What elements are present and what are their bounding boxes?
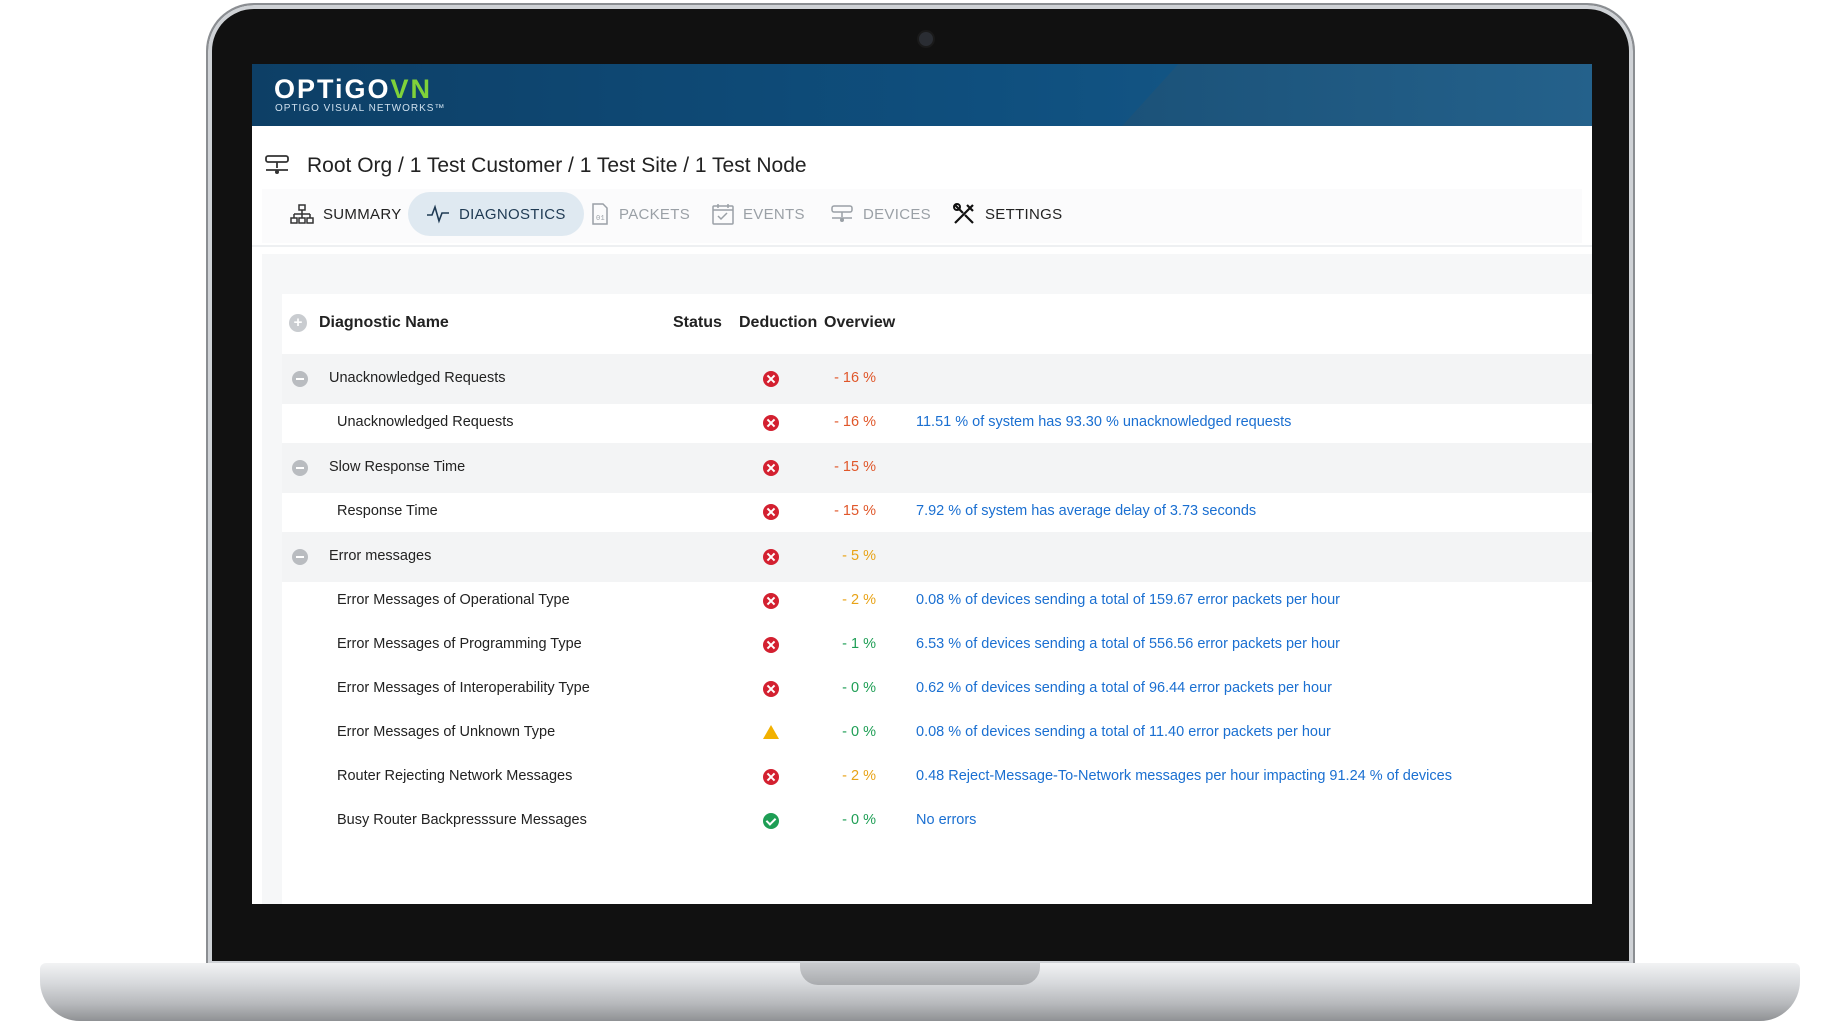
deduction-value: - 0 % xyxy=(842,680,876,696)
deduction-value: - 2 % xyxy=(842,592,876,608)
group-row[interactable]: Unacknowledged Requests - 16 % xyxy=(282,354,1592,404)
header-status[interactable]: Status xyxy=(673,314,722,332)
diagnostic-name: Error Messages of Interoperability Type xyxy=(337,680,590,696)
laptop-notch xyxy=(800,963,1040,985)
deduction-value: - 1 % xyxy=(842,636,876,652)
collapse-icon[interactable] xyxy=(292,371,308,387)
network-tree-icon xyxy=(290,204,314,224)
table-row[interactable]: Router Rejecting Network Messages - 2 % 0.… xyxy=(282,752,1592,802)
diagnostic-name: Busy Router Backpresssure Messages xyxy=(337,812,587,828)
packet-file-icon: 01 xyxy=(592,203,608,225)
diagnostic-name: Error messages xyxy=(329,548,432,564)
tab-label: DEVICES xyxy=(863,205,931,223)
table-row[interactable]: Error Messages of Operational Type - 2 % 0… xyxy=(282,576,1592,626)
deduction-value: - 15 % xyxy=(834,503,876,519)
error-icon xyxy=(763,637,779,653)
table-row[interactable]: Response Time - 15 % 7.92 % of system has … xyxy=(282,487,1592,537)
pulse-icon xyxy=(427,204,449,224)
device-icon xyxy=(831,205,853,222)
diagnostic-name: Slow Response Time xyxy=(329,459,466,475)
error-icon xyxy=(763,504,779,520)
diagnostic-name: Error Messages of Programming Type xyxy=(337,636,582,652)
overview-link[interactable]: 6.53 % of devices sending a total of 556… xyxy=(916,636,1340,652)
warning-icon xyxy=(763,725,779,739)
table-row[interactable]: Busy Router Backpresssure Messages - 0 % N… xyxy=(282,796,1592,846)
overview-link[interactable]: 7.92 % of system has average delay of 3.… xyxy=(916,503,1256,519)
tab-label: SUMMARY xyxy=(323,205,402,223)
tab-label: PACKETS xyxy=(619,205,691,223)
tab-label: DIAGNOSTICS xyxy=(459,205,566,223)
node-icon xyxy=(264,154,290,181)
divider xyxy=(252,245,1592,247)
error-icon xyxy=(763,769,779,785)
tab-bar: SUMMARY DIAGNOSTICS 01 PACKETS EVENTS DE… xyxy=(262,189,1582,243)
tab-devices[interactable]: DEVICES xyxy=(812,192,949,236)
diagnostic-name: Error Messages of Unknown Type xyxy=(337,724,556,740)
deduction-value: - 16 % xyxy=(834,414,876,430)
error-icon xyxy=(763,593,779,609)
content-area: + Diagnostic Name Status Deduction Overv… xyxy=(262,254,1592,904)
header-diagnostic-name[interactable]: Diagnostic Name xyxy=(319,314,449,332)
overview-link[interactable]: 0.62 % of devices sending a total of 96.… xyxy=(916,680,1332,696)
diagnostic-name: Unacknowledged Requests xyxy=(337,414,514,430)
tab-summary[interactable]: SUMMARY xyxy=(272,192,420,236)
group-row[interactable]: Error messages - 5 % xyxy=(282,532,1592,582)
overview-link[interactable]: 0.08 % of devices sending a total of 11.… xyxy=(916,724,1331,740)
error-icon xyxy=(763,371,779,387)
tools-icon xyxy=(953,203,974,224)
error-icon xyxy=(763,415,779,431)
group-row[interactable]: Slow Response Time - 15 % xyxy=(282,443,1592,493)
logo-main-text: OPTiGO xyxy=(274,74,391,104)
header-accent-shape xyxy=(1122,64,1592,126)
diagnostic-name: Unacknowledged Requests xyxy=(329,370,506,386)
overview-link[interactable]: 0.48 Reject-Message-To-Network messages … xyxy=(916,768,1452,784)
diagnostics-table: + Diagnostic Name Status Deduction Overv… xyxy=(282,294,1592,904)
logo-subtitle: OPTIGO VISUAL NETWORKS™ xyxy=(275,103,446,114)
error-icon xyxy=(763,460,779,476)
tab-label: SETTINGS xyxy=(985,205,1063,223)
svg-text:01: 01 xyxy=(596,215,605,223)
calendar-check-icon xyxy=(712,204,734,225)
tab-settings[interactable]: SETTINGS xyxy=(934,192,1080,236)
tab-packets[interactable]: 01 PACKETS xyxy=(572,192,708,236)
deduction-value: - 0 % xyxy=(842,812,876,828)
check-icon xyxy=(763,813,779,829)
collapse-icon[interactable] xyxy=(292,549,308,565)
table-row[interactable]: Error Messages of Unknown Type - 0 % 0.08 … xyxy=(282,708,1592,758)
deduction-value: - 16 % xyxy=(834,370,876,386)
overview-link[interactable]: 0.08 % of devices sending a total of 159… xyxy=(916,592,1340,608)
collapse-icon[interactable] xyxy=(292,460,308,476)
camera-icon xyxy=(919,32,933,46)
table-header: + Diagnostic Name Status Deduction Overv… xyxy=(282,294,1592,352)
tab-events[interactable]: EVENTS xyxy=(694,192,823,236)
deduction-value: - 5 % xyxy=(842,548,876,564)
table-row[interactable]: Unacknowledged Requests - 16 % 11.51 % of … xyxy=(282,398,1592,448)
header-overview[interactable]: Overview xyxy=(824,314,895,332)
brand-header: OPTiGOVN OPTIGO VISUAL NETWORKS™ xyxy=(252,64,1592,126)
breadcrumb: Root Org / 1 Test Customer / 1 Test Site… xyxy=(307,154,807,177)
diagnostic-name: Error Messages of Operational Type xyxy=(337,592,570,608)
diagnostic-name: Router Rejecting Network Messages xyxy=(337,768,573,784)
table-row[interactable]: Error Messages of Interoperability Type -… xyxy=(282,664,1592,714)
app-screen: OPTiGOVN OPTIGO VISUAL NETWORKS™ Root Or… xyxy=(252,64,1592,904)
diagnostic-name: Response Time xyxy=(337,503,438,519)
logo-accent-text: VN xyxy=(390,74,433,104)
deduction-value: - 2 % xyxy=(842,768,876,784)
table-row[interactable]: Error Messages of Programming Type - 1 % 6… xyxy=(282,620,1592,670)
deduction-value: - 0 % xyxy=(842,724,876,740)
expand-all-icon[interactable]: + xyxy=(289,314,307,332)
error-icon xyxy=(763,681,779,697)
tab-label: EVENTS xyxy=(743,205,805,223)
header-deduction[interactable]: Deduction xyxy=(739,314,817,332)
overview-link[interactable]: 11.51 % of system has 93.30 % unacknowle… xyxy=(916,414,1291,430)
overview-link[interactable]: No errors xyxy=(916,812,976,828)
logo: OPTiGOVN xyxy=(274,74,432,105)
tab-diagnostics[interactable]: DIAGNOSTICS xyxy=(408,192,584,236)
deduction-value: - 15 % xyxy=(834,459,876,475)
error-icon xyxy=(763,549,779,565)
